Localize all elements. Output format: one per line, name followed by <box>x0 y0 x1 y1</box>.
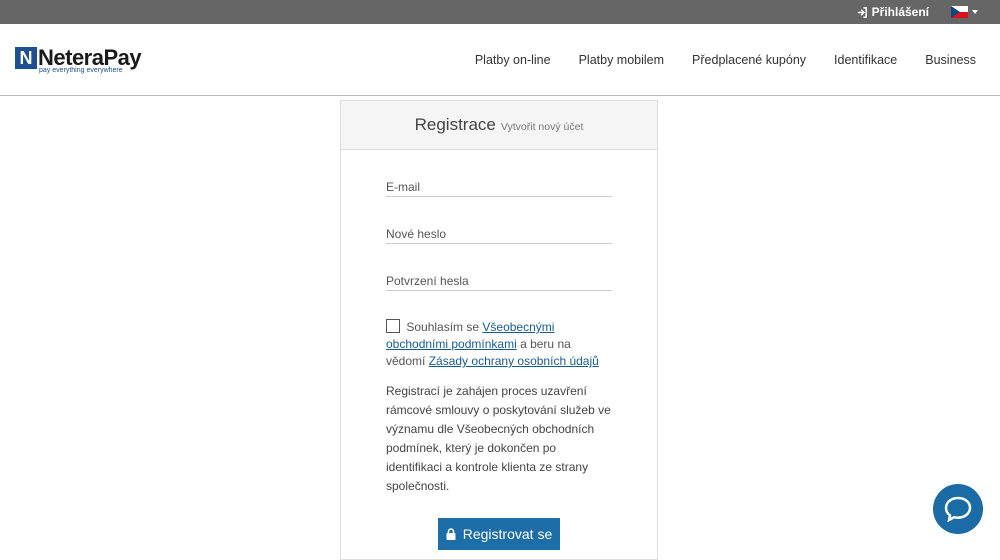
consent-prefix: Souhlasím se <box>406 320 480 334</box>
sign-in-icon <box>857 6 867 18</box>
nav-item-identifikace[interactable]: Identifikace <box>834 53 897 67</box>
privacy-link[interactable]: Zásady ochrany osobních údajů <box>429 354 599 368</box>
password-field[interactable] <box>386 227 612 241</box>
top-bar: Přihlášení <box>0 0 1000 24</box>
card-subtitle: Vytvořit nový účet <box>500 120 584 133</box>
site-logo[interactable]: N NeteraPay pay everything everywhere <box>15 45 142 74</box>
caret-down-icon <box>972 10 978 14</box>
email-field[interactable] <box>386 180 612 194</box>
registration-card: Registrace Vytvořit nový účet Souhlasím … <box>340 100 658 560</box>
site-header: N NeteraPay pay everything everywhere Pl… <box>0 24 1000 96</box>
nav-item-predplacene-kupony[interactable]: Předplacené kupóny <box>692 53 806 67</box>
registration-info: Registrací je zahájen proces uzavření rá… <box>386 384 611 493</box>
chat-button[interactable] <box>933 484 983 534</box>
logo-tagline: pay everything everywhere <box>39 67 123 74</box>
register-button[interactable]: Registrovat se <box>438 518 560 550</box>
nav-item-platby-online[interactable]: Platby on-line <box>475 53 551 67</box>
login-link[interactable]: Přihlášení <box>857 5 929 19</box>
logo-mark-icon: N <box>15 47 37 69</box>
card-header: Registrace Vytvořit nový účet <box>341 101 657 150</box>
consent-checkbox[interactable] <box>386 319 400 333</box>
czech-flag-icon <box>951 6 968 18</box>
card-title: Registrace <box>414 115 496 134</box>
language-selector[interactable] <box>951 6 978 18</box>
login-label: Přihlášení <box>871 5 929 19</box>
confirm-password-field-wrap <box>386 272 612 291</box>
chat-bubble-icon <box>944 496 972 522</box>
lock-icon <box>446 528 456 540</box>
register-button-label: Registrovat se <box>462 526 553 542</box>
nav-item-platby-mobilem[interactable]: Platby mobilem <box>579 53 664 67</box>
password-field-wrap <box>386 225 612 244</box>
consent-text: Souhlasím se Všeobecnými obchodními podm… <box>386 319 612 370</box>
confirm-password-field[interactable] <box>386 274 612 288</box>
main-nav: Platby on-line Platby mobilem Předplacen… <box>447 53 976 67</box>
registration-form: Souhlasím se Všeobecnými obchodními podm… <box>341 178 657 550</box>
email-field-wrap <box>386 178 612 197</box>
nav-item-business[interactable]: Business <box>925 53 976 67</box>
